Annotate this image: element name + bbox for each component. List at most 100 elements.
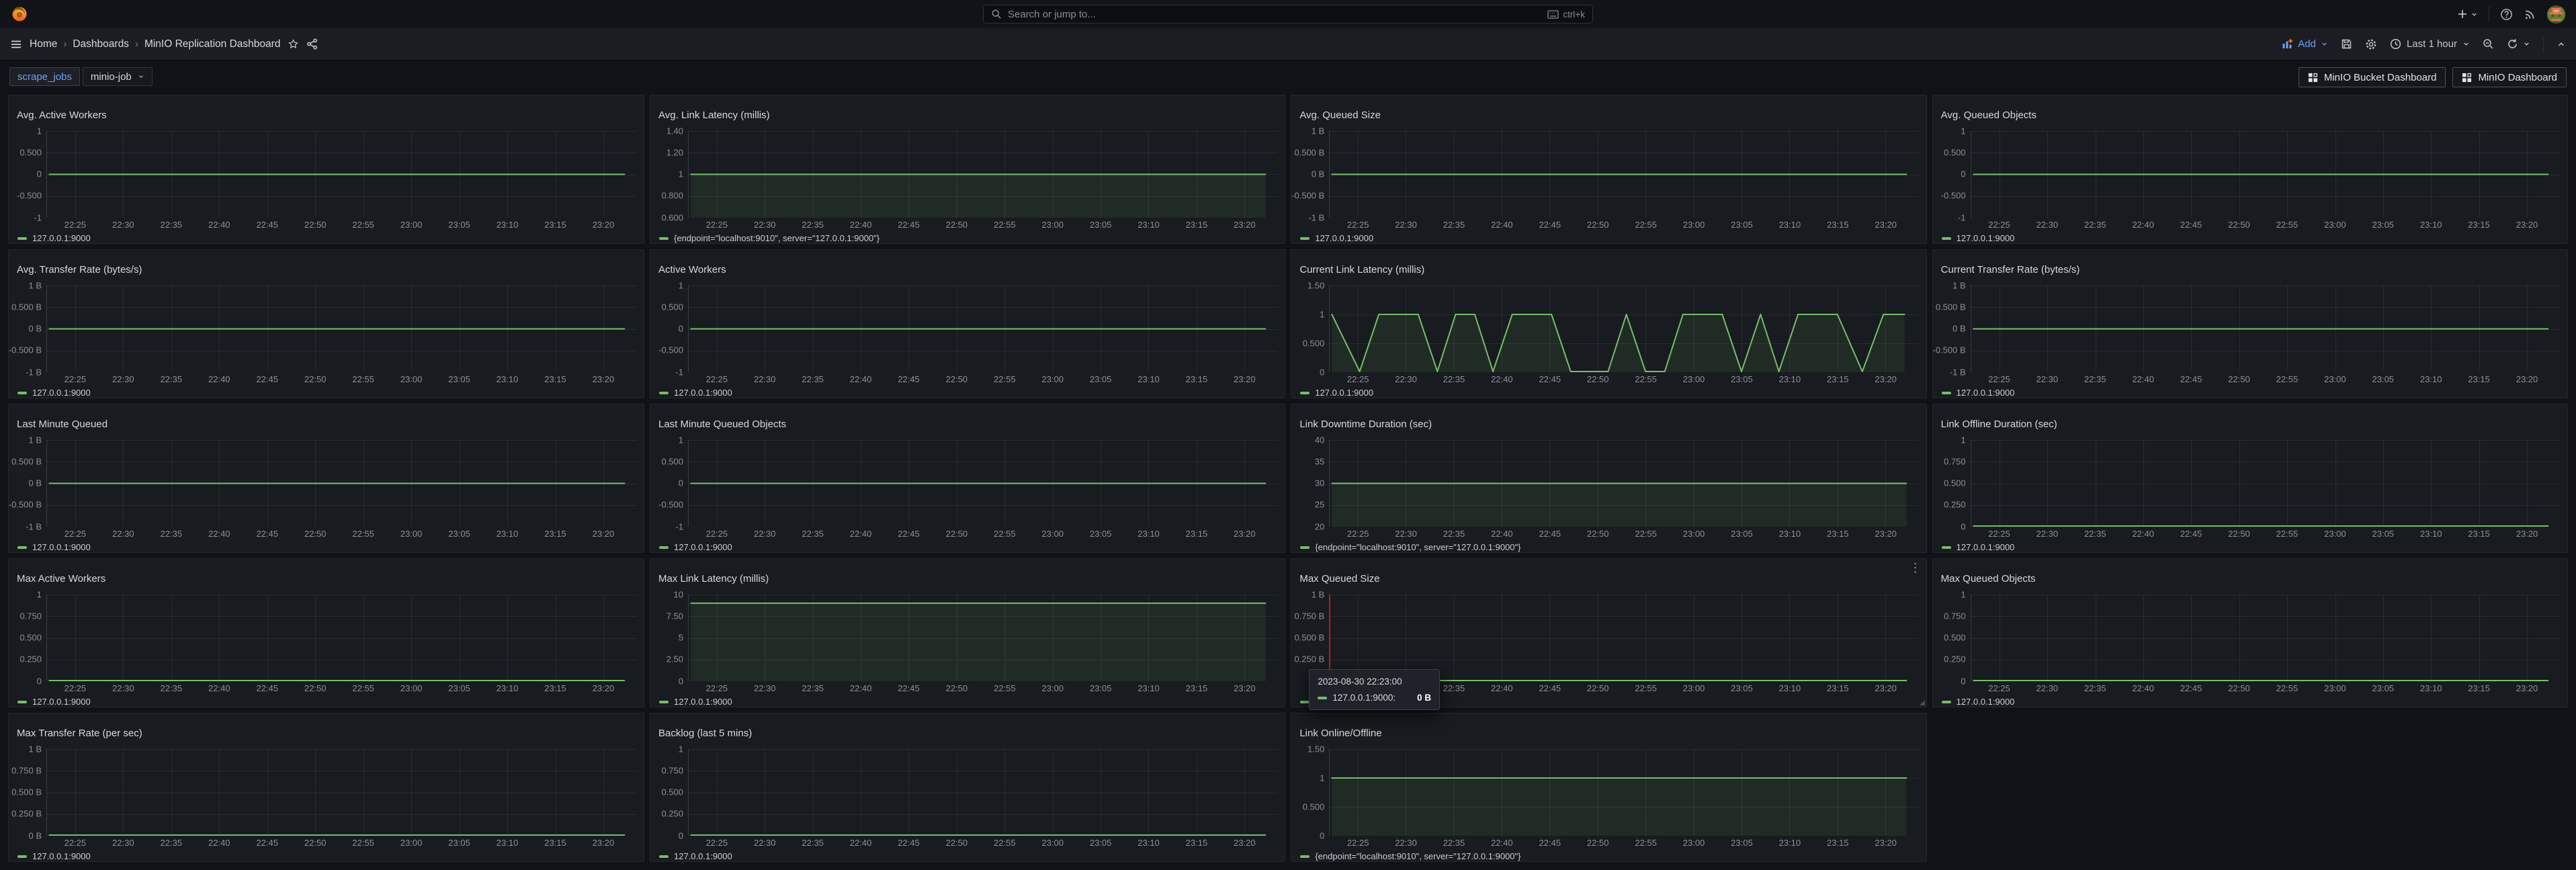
- plot-area[interactable]: [1971, 440, 2561, 527]
- x-tick-label: 23:20: [593, 529, 615, 539]
- panel-title[interactable]: Max Active Workers: [15, 571, 637, 586]
- series-legend-label[interactable]: 127.0.0.1:9000: [674, 388, 732, 398]
- help-button[interactable]: [2500, 8, 2513, 21]
- plot-area[interactable]: [46, 440, 637, 527]
- plot-area[interactable]: [46, 595, 637, 681]
- x-tick-label: 22:25: [706, 683, 728, 693]
- series-legend-label[interactable]: 127.0.0.1:9000: [674, 542, 732, 552]
- plot-area[interactable]: [46, 131, 637, 218]
- series-legend-label[interactable]: 127.0.0.1:9000: [32, 542, 91, 552]
- panel-title[interactable]: Link Downtime Duration (sec): [1298, 417, 1919, 431]
- panel-title[interactable]: Link Online/Offline: [1298, 726, 1919, 740]
- plot-area[interactable]: [1329, 749, 1919, 836]
- plot-area[interactable]: [688, 440, 1278, 527]
- x-tick-label: 23:10: [497, 220, 519, 230]
- panel-resize-handle[interactable]: [1920, 700, 1925, 705]
- plot-area[interactable]: [688, 595, 1278, 681]
- series-legend-label[interactable]: 127.0.0.1:9000: [32, 388, 91, 398]
- x-axis: 22:2522:3022:3522:4022:4522:5022:5523:00…: [688, 683, 1278, 693]
- user-avatar[interactable]: [2547, 5, 2565, 24]
- panel-title[interactable]: Current Link Latency (millis): [1298, 262, 1919, 277]
- panel-title[interactable]: Last Minute Queued Objects: [657, 417, 1278, 431]
- collapse-topbar-button[interactable]: [2557, 40, 2566, 49]
- panel-menu-icon[interactable]: ⋮: [1909, 562, 1922, 574]
- dashboard-settings-button[interactable]: [2365, 38, 2377, 50]
- y-tick-label: 0: [679, 324, 683, 334]
- series-legend-label[interactable]: 127.0.0.1:9000: [674, 697, 732, 707]
- plot-area[interactable]: [1971, 286, 2561, 372]
- panel-title[interactable]: Max Queued Size: [1298, 571, 1919, 586]
- series-legend-label[interactable]: {endpoint="localhost:9010", server="127.…: [1315, 851, 1520, 861]
- x-tick-label: 22:35: [161, 683, 183, 693]
- plot-area[interactable]: [1329, 595, 1919, 681]
- plot-area[interactable]: [1971, 595, 2561, 681]
- panel-legend: {endpoint="localhost:9010", server="127.…: [1298, 847, 1919, 861]
- clock-icon: [2390, 38, 2401, 50]
- panel-current-link-latency-millis: Current Link Latency (millis) 1.5010.500…: [1291, 249, 1926, 398]
- favorite-button[interactable]: [288, 38, 299, 50]
- add-panel-button[interactable]: Add: [2282, 38, 2328, 50]
- plot-area[interactable]: [688, 131, 1278, 218]
- link-minio-dashboard[interactable]: MinIO Dashboard: [2452, 67, 2567, 87]
- x-tick-label: 22:40: [1491, 374, 1513, 384]
- series-color-swatch: [1942, 701, 1951, 703]
- share-button[interactable]: [306, 38, 318, 50]
- x-tick-label: 22:40: [850, 220, 872, 230]
- zoom-out-time-button[interactable]: [2483, 38, 2494, 50]
- series-legend-label[interactable]: 127.0.0.1:9000: [32, 851, 91, 861]
- grafana-logo[interactable]: [11, 5, 28, 23]
- plot-area[interactable]: [688, 286, 1278, 372]
- series-legend-label[interactable]: 127.0.0.1:9000: [1957, 388, 2015, 398]
- x-tick-label: 23:15: [1827, 220, 1849, 230]
- x-tick-label: 22:55: [2276, 529, 2299, 539]
- panel-title[interactable]: Last Minute Queued: [15, 417, 637, 431]
- new-menu-button[interactable]: [2457, 9, 2478, 19]
- variable-value-dropdown[interactable]: minio-job: [83, 67, 153, 86]
- chart-svg: [1971, 595, 2561, 681]
- x-tick-label: 23:20: [2516, 374, 2538, 384]
- link-minio-bucket-dashboard[interactable]: MinIO Bucket Dashboard: [2299, 67, 2446, 87]
- panel-title[interactable]: Max Link Latency (millis): [657, 571, 1278, 586]
- panel-title[interactable]: Current Transfer Rate (bytes/s): [1940, 262, 2561, 277]
- panel-title[interactable]: Avg. Active Workers: [15, 107, 637, 122]
- series-legend-label[interactable]: 127.0.0.1:9000: [674, 851, 732, 861]
- plot-area[interactable]: [1329, 440, 1919, 527]
- x-tick-label: 22:25: [1347, 838, 1369, 848]
- plot-area[interactable]: [688, 749, 1278, 836]
- series-legend-label[interactable]: {endpoint="localhost:9010", server="127.…: [674, 233, 879, 243]
- plot-area[interactable]: [1329, 131, 1919, 218]
- news-button[interactable]: [2524, 8, 2536, 21]
- series-legend-label[interactable]: 127.0.0.1:9000: [1315, 388, 1373, 398]
- save-dashboard-button[interactable]: [2341, 38, 2352, 50]
- series-legend-label[interactable]: {endpoint="localhost:9010", server="127.…: [1315, 542, 1520, 552]
- series-legend-label[interactable]: 127.0.0.1:9000: [1957, 697, 2015, 707]
- panel-title[interactable]: Avg. Queued Objects: [1940, 107, 2561, 122]
- plot-area[interactable]: [46, 286, 637, 372]
- search-input[interactable]: Search or jump to... ctrl+k: [983, 5, 1593, 24]
- series-legend-label[interactable]: 127.0.0.1:9000: [1957, 233, 2015, 243]
- panel-title[interactable]: Backlog (last 5 mins): [657, 726, 1278, 740]
- series-legend-label[interactable]: 127.0.0.1:9000: [1315, 233, 1373, 243]
- dashboard-links: MinIO Bucket Dashboard MinIO Dashboard: [2299, 67, 2567, 87]
- refresh-button[interactable]: [2507, 38, 2530, 50]
- plot-area[interactable]: [1971, 131, 2561, 218]
- y-axis: 1.401.2010.8000.600: [657, 131, 688, 218]
- panel-title[interactable]: Avg. Transfer Rate (bytes/s): [15, 262, 637, 277]
- x-tick-label: 22:40: [2132, 683, 2154, 693]
- time-range-picker[interactable]: Last 1 hour: [2390, 38, 2470, 50]
- panel-title[interactable]: Max Transfer Rate (per sec): [15, 726, 637, 740]
- x-tick-label: 22:30: [112, 838, 134, 848]
- series-legend-label[interactable]: 127.0.0.1:9000: [32, 697, 91, 707]
- plot-area[interactable]: [1329, 286, 1919, 372]
- breadcrumb-home[interactable]: Home: [30, 38, 57, 50]
- panel-title[interactable]: Avg. Link Latency (millis): [657, 107, 1278, 122]
- mega-menu-button[interactable]: [10, 38, 22, 50]
- breadcrumb-dashboards[interactable]: Dashboards: [73, 38, 129, 50]
- plot-area[interactable]: [46, 749, 637, 836]
- series-legend-label[interactable]: 127.0.0.1:9000: [32, 233, 91, 243]
- panel-title[interactable]: Link Offline Duration (sec): [1940, 417, 2561, 431]
- panel-title[interactable]: Avg. Queued Size: [1298, 107, 1919, 122]
- series-legend-label[interactable]: 127.0.0.1:9000: [1957, 542, 2015, 552]
- panel-title[interactable]: Max Queued Objects: [1940, 571, 2561, 586]
- panel-title[interactable]: Active Workers: [657, 262, 1278, 277]
